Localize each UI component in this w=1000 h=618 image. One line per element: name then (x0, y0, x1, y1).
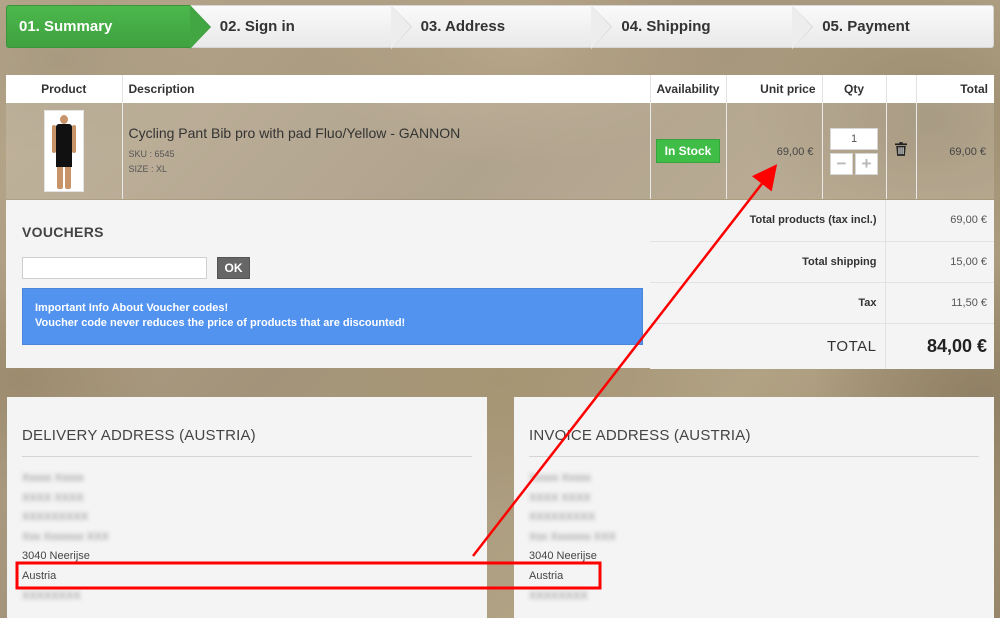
tax-value: 11,50 € (885, 281, 994, 323)
header-unit-price: Unit price (726, 75, 823, 103)
quantity-input[interactable]: 1 (830, 127, 878, 150)
grand-total-label: TOTAL (650, 322, 886, 369)
totals-table: Total products (tax incl.) 69,00 € Total… (650, 200, 994, 369)
step-sign-in-label: 02. Sign in (219, 18, 295, 35)
delivery-country: Austria (22, 569, 57, 582)
tax-label: Tax (650, 281, 886, 323)
voucher-info-box: Important Info About Voucher codes! Vouc… (22, 288, 643, 345)
delete-cell (886, 103, 917, 199)
vouchers-panel: VOUCHERS OK Important Info About Voucher… (6, 200, 650, 368)
step-address-label: 03. Address (420, 18, 506, 35)
header-availability: Availability (650, 75, 727, 103)
voucher-code-input[interactable] (22, 257, 207, 279)
voucher-ok-button[interactable]: OK (217, 257, 250, 279)
delivery-street-redacted: Xxx Xxxxxxx XXX (22, 530, 109, 543)
invoice-vat-redacted: XXXXXXXXX (529, 511, 596, 524)
invoice-address-title: INVOICE ADDRESS (AUSTRIA) (529, 427, 751, 444)
invoice-company-redacted: XXXX XXXX (529, 491, 591, 504)
invoice-name-redacted: Xxxxx Xxxxx (529, 472, 591, 484)
delivery-address-title: DELIVERY ADDRESS (AUSTRIA) (22, 427, 256, 444)
checkout-steps: 01. Summary 02. Sign in 03. Address 04. … (6, 5, 994, 49)
total-products-row: Total products (tax incl.) 69,00 € (650, 200, 994, 241)
header-description: Description (122, 75, 651, 103)
product-cell (6, 103, 123, 199)
delivery-vat-redacted: XXXXXXXXX (22, 511, 89, 524)
in-stock-badge: In Stock (655, 139, 721, 163)
availability-cell: In Stock (650, 103, 727, 199)
product-name-link[interactable]: Cycling Pant Bib pro with pad Fluo/Yello… (129, 125, 650, 141)
delivery-divider (22, 456, 472, 457)
step-shipping-label: 04. Shipping (621, 18, 711, 35)
step-payment-label: 05. Payment (822, 18, 910, 35)
qty-cell: 1 − + (822, 103, 887, 199)
qty-decrease-button[interactable]: − (830, 152, 853, 175)
delivery-city: 3040 Neerijse (22, 550, 90, 563)
header-product: Product (6, 75, 123, 103)
header-delete (886, 75, 917, 103)
tax-row: Tax 11,50 € (650, 281, 994, 323)
invoice-phone-redacted: XXXXXXXX (529, 589, 588, 602)
delivery-company-redacted: XXXX XXXX (22, 491, 84, 504)
voucher-info-line-2: Voucher code never reduces the price of … (35, 317, 406, 329)
total-shipping-label: Total shipping (650, 240, 886, 282)
header-total: Total (916, 75, 994, 103)
cart-item-row: Cycling Pant Bib pro with pad Fluo/Yello… (6, 103, 994, 199)
line-total: 69,00 € (949, 146, 986, 158)
grand-total-row: TOTAL 84,00 € (650, 322, 994, 369)
cart-header-row: Product Description Availability Unit pr… (6, 75, 994, 103)
cart-table: Product Description Availability Unit pr… (6, 75, 994, 199)
vouchers-title: VOUCHERS (22, 224, 104, 240)
invoice-country: Austria (529, 569, 564, 582)
qty-increase-button[interactable]: + (855, 152, 878, 175)
step-summary[interactable]: 01. Summary (6, 5, 211, 49)
delivery-address-panel: DELIVERY ADDRESS (AUSTRIA) Xxxxx Xxxxx X… (7, 397, 487, 618)
invoice-address-panel: INVOICE ADDRESS (AUSTRIA) Xxxxx Xxxxx XX… (514, 397, 994, 618)
product-size: SIZE : XL (128, 164, 168, 174)
unit-price-cell: 69,00 € (726, 103, 823, 199)
invoice-street-redacted: Xxx Xxxxxxx XXX (529, 530, 616, 543)
unit-price: 69,00 € (776, 146, 814, 158)
total-shipping-row: Total shipping 15,00 € (650, 240, 994, 282)
step-payment[interactable]: 05. Payment (792, 5, 994, 48)
voucher-info-line-1: Important Info About Voucher codes! (35, 302, 229, 314)
step-address[interactable]: 03. Address (390, 5, 613, 49)
step-summary-label: 01. Summary (19, 18, 113, 35)
invoice-divider (529, 456, 979, 457)
total-products-label: Total products (tax incl.) (650, 200, 886, 241)
product-thumbnail[interactable] (43, 110, 84, 192)
delivery-name-redacted: Xxxxx Xxxxx (22, 472, 84, 484)
product-sku: SKU : 6545 (128, 149, 175, 159)
grand-total-value: 84,00 € (885, 322, 994, 369)
trash-icon[interactable] (895, 141, 907, 156)
description-cell: Cycling Pant Bib pro with pad Fluo/Yello… (122, 103, 651, 199)
total-products-value: 69,00 € (885, 200, 994, 241)
step-sign-in[interactable]: 02. Sign in (189, 5, 412, 49)
total-shipping-value: 15,00 € (885, 240, 994, 282)
line-total-cell: 69,00 € (916, 103, 994, 199)
header-qty: Qty (822, 75, 887, 103)
delivery-phone-redacted: XXXXXXXX (22, 589, 81, 602)
step-shipping[interactable]: 04. Shipping (591, 5, 813, 49)
invoice-city: 3040 Neerijse (529, 550, 597, 563)
